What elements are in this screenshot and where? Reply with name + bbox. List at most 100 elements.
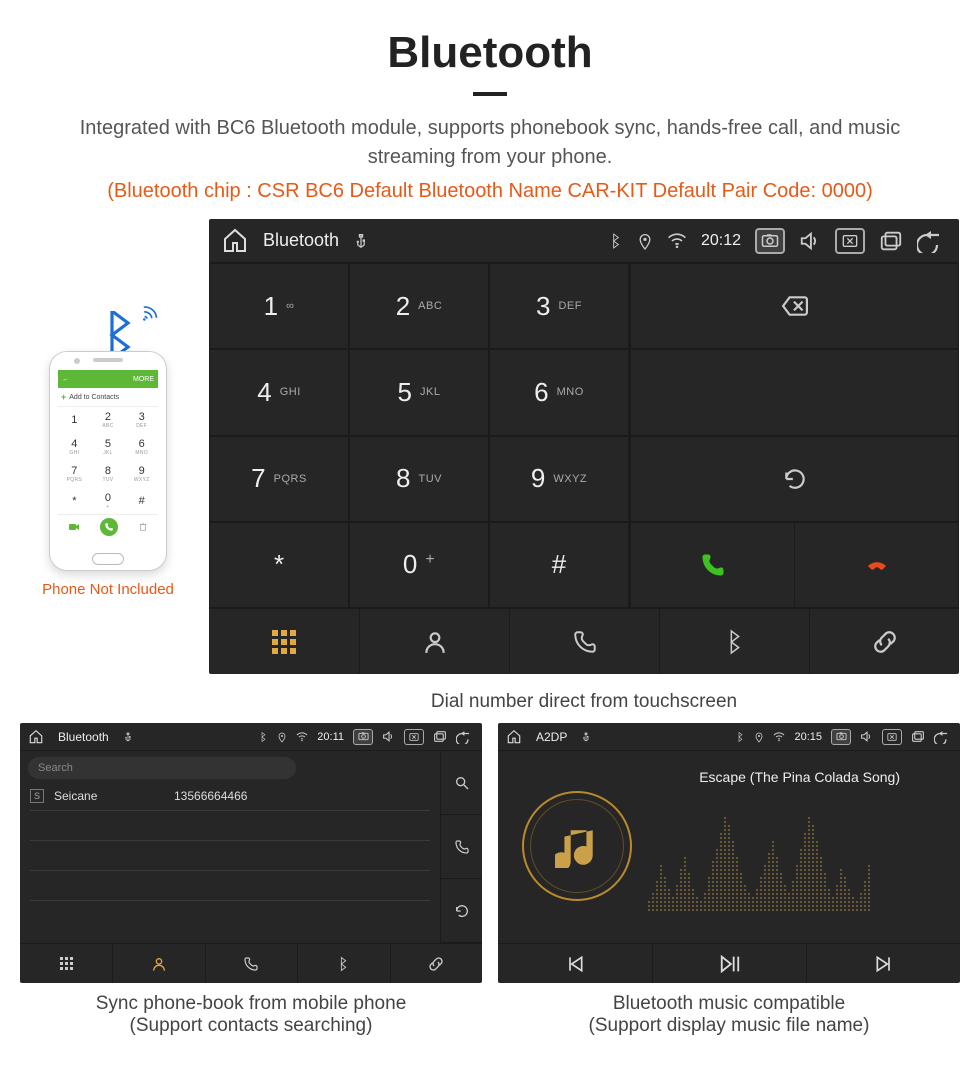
link-icon xyxy=(872,629,898,655)
tab-keypad[interactable] xyxy=(209,609,359,674)
side-search-button[interactable] xyxy=(441,751,482,815)
bluetooth-tab-icon xyxy=(724,629,746,655)
volume-button[interactable] xyxy=(860,730,873,743)
next-button[interactable] xyxy=(806,944,960,983)
key-1[interactable]: 1∞ xyxy=(209,263,349,349)
back-button[interactable] xyxy=(934,730,952,744)
home-icon[interactable] xyxy=(28,729,44,745)
close-app-button[interactable] xyxy=(835,228,865,254)
contacts-status-bar: Bluetooth 20:11 xyxy=(20,723,482,751)
camera-button[interactable] xyxy=(831,729,851,745)
music-panel: A2DP 20:15 xyxy=(498,723,960,983)
key-9[interactable]: 9WXYZ xyxy=(489,436,629,522)
music-title: A2DP xyxy=(536,730,567,744)
usb-icon xyxy=(353,231,369,251)
key-6[interactable]: 6MNO xyxy=(489,349,629,435)
tab-pair[interactable] xyxy=(809,609,959,674)
clock: 20:12 xyxy=(701,232,741,250)
tab-calllog[interactable] xyxy=(205,944,297,983)
key-5[interactable]: 5JKL xyxy=(349,349,489,435)
tab-bluetooth[interactable] xyxy=(297,944,389,983)
recent-apps-button[interactable] xyxy=(879,230,903,252)
tab-keypad[interactable] xyxy=(20,944,112,983)
camera-button[interactable] xyxy=(755,228,785,254)
key-3[interactable]: 3DEF xyxy=(489,263,629,349)
status-bar: Bluetooth 20:12 xyxy=(209,219,959,263)
call-button[interactable] xyxy=(631,523,794,607)
music-note-icon xyxy=(555,824,599,868)
key-0[interactable]: 0+ xyxy=(349,522,489,608)
page-title: Bluetooth xyxy=(0,28,980,78)
recent-apps-button[interactable] xyxy=(433,730,447,743)
contacts-panel: Bluetooth 20:11 xyxy=(20,723,482,983)
key-8[interactable]: 8TUV xyxy=(349,436,489,522)
key-7[interactable]: 7PQRS xyxy=(209,436,349,522)
back-button[interactable] xyxy=(456,730,474,744)
contacts-bottom-bar xyxy=(20,943,482,983)
contacts-caption: Sync phone-book from mobile phone (Suppo… xyxy=(20,993,482,1037)
page-header: Bluetooth xyxy=(0,0,980,96)
back-button[interactable] xyxy=(917,229,947,253)
clock: 20:11 xyxy=(317,731,344,743)
dialer-keypad: 1∞ 2ABC 3DEF 4GHI 5JKL 6MNO 7PQRS 8TUV 9… xyxy=(209,263,629,608)
person-icon xyxy=(422,629,448,655)
tab-contacts[interactable] xyxy=(359,609,509,674)
person-icon xyxy=(151,956,167,972)
volume-button[interactable] xyxy=(382,730,395,743)
dialer-caption: Dial number direct from touchscreen xyxy=(209,691,959,713)
contact-row[interactable]: S Seicane 13566664466 xyxy=(30,781,430,811)
tab-pair[interactable] xyxy=(390,944,482,983)
bluetooth-status-icon xyxy=(259,731,268,743)
location-icon xyxy=(637,231,653,251)
close-app-button[interactable] xyxy=(404,729,424,745)
side-refresh-button[interactable] xyxy=(441,879,482,943)
keypad-icon xyxy=(60,957,73,970)
search-input[interactable]: Search xyxy=(28,757,296,779)
volume-button[interactable] xyxy=(799,230,821,252)
phone-icon xyxy=(572,629,598,655)
music-controls xyxy=(498,943,960,983)
key-hash[interactable]: # xyxy=(489,522,629,608)
wifi-icon xyxy=(667,231,687,251)
song-title: Escape (The Pina Colada Song) xyxy=(699,769,900,785)
add-contacts-label: Add to Contacts xyxy=(69,394,119,401)
status-title: Bluetooth xyxy=(263,230,339,251)
refresh-button[interactable] xyxy=(630,436,959,522)
usb-icon xyxy=(581,731,591,743)
phone-add-contacts: + Add to Contacts xyxy=(58,388,158,407)
title-rule xyxy=(473,92,507,96)
tab-contacts[interactable] xyxy=(112,944,204,983)
prev-button[interactable] xyxy=(498,944,652,983)
location-icon xyxy=(754,731,764,743)
contact-name: Seicane xyxy=(54,789,164,803)
search-placeholder: Search xyxy=(38,762,73,774)
bluetooth-tab-icon xyxy=(337,956,350,972)
phone-note: Phone Not Included xyxy=(32,581,184,598)
tab-calllog[interactable] xyxy=(509,609,659,674)
key-2[interactable]: 2ABC xyxy=(349,263,489,349)
phone-keypad: 1 2ABC 3DEF 4GHI 5JKL 6MNO 7PQRS 8TUV 9W… xyxy=(58,407,158,514)
empty-cell xyxy=(630,349,959,435)
key-4[interactable]: 4GHI xyxy=(209,349,349,435)
location-icon xyxy=(277,731,287,743)
home-icon[interactable] xyxy=(506,729,522,745)
backspace-button[interactable] xyxy=(630,263,959,349)
phone-icon xyxy=(243,956,259,972)
side-call-button[interactable] xyxy=(441,815,482,879)
next-icon xyxy=(874,954,894,974)
playpause-button[interactable] xyxy=(652,944,806,983)
video-icon xyxy=(68,521,80,533)
contact-list: S Seicane 13566664466 xyxy=(20,781,440,901)
prev-icon xyxy=(565,954,585,974)
trash-icon xyxy=(138,522,148,532)
search-icon xyxy=(454,775,470,791)
contacts-title: Bluetooth xyxy=(58,730,109,744)
home-icon[interactable] xyxy=(221,227,249,255)
recent-apps-button[interactable] xyxy=(911,730,925,743)
close-app-button[interactable] xyxy=(882,729,902,745)
tab-bluetooth[interactable] xyxy=(659,609,809,674)
camera-button[interactable] xyxy=(353,729,373,745)
hangup-button[interactable] xyxy=(794,523,958,607)
key-star[interactable]: * xyxy=(209,522,349,608)
phone-more: MORE xyxy=(133,376,154,383)
